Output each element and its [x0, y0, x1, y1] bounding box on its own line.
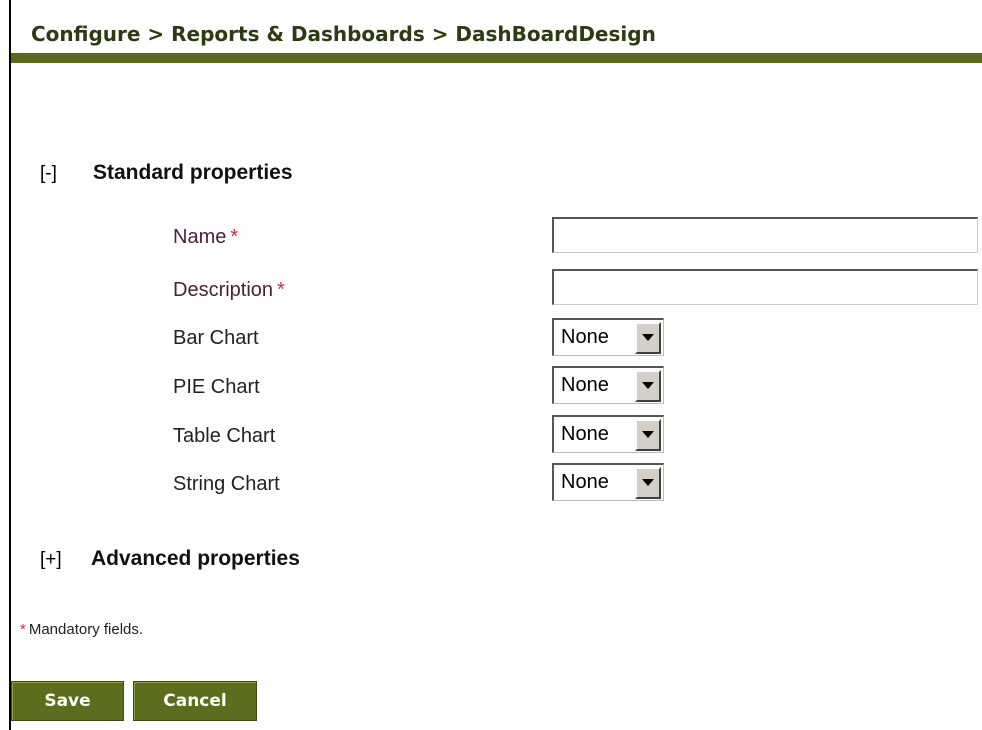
header-divider [11, 53, 982, 63]
string-chart-select[interactable]: None [552, 463, 664, 501]
chevron-down-icon[interactable] [635, 369, 661, 402]
string-chart-selected-value: None [561, 471, 609, 493]
bar-chart-label: Bar Chart [173, 327, 259, 349]
required-marker: * [230, 226, 239, 248]
standard-properties-toggle[interactable]: [-] [40, 163, 57, 185]
advanced-properties-title: Advanced properties [91, 547, 300, 570]
chevron-down-icon[interactable] [635, 418, 661, 451]
chevron-down-icon[interactable] [635, 466, 661, 499]
mandatory-fields-note: * Mandatory fields. [20, 621, 144, 638]
chevron-down-icon[interactable] [635, 321, 661, 354]
table-chart-label: Table Chart [173, 425, 276, 447]
save-button[interactable]: Save [11, 681, 124, 721]
pie-chart-selected-value: None [561, 374, 609, 396]
name-input[interactable] [552, 217, 978, 253]
required-marker: * [277, 279, 285, 301]
description-label: Description * [173, 279, 285, 301]
table-chart-select[interactable]: None [552, 415, 664, 453]
page-header: Configure > Reports & Dashboards > DashB… [11, 0, 982, 63]
advanced-properties-toggle[interactable]: [+] [40, 549, 62, 571]
table-chart-selected-value: None [561, 423, 609, 445]
required-marker: * [20, 621, 26, 638]
bar-chart-select[interactable]: None [552, 318, 664, 356]
name-label: Name * [173, 226, 239, 248]
left-border [9, 0, 11, 730]
cancel-button[interactable]: Cancel [133, 681, 257, 721]
standard-properties-title: Standard properties [93, 161, 293, 184]
pie-chart-label: PIE Chart [173, 376, 260, 398]
pie-chart-select[interactable]: None [552, 366, 664, 404]
description-input[interactable] [552, 269, 978, 305]
bar-chart-selected-value: None [561, 326, 609, 348]
string-chart-label: String Chart [173, 473, 280, 495]
breadcrumb: Configure > Reports & Dashboards > DashB… [31, 22, 656, 46]
